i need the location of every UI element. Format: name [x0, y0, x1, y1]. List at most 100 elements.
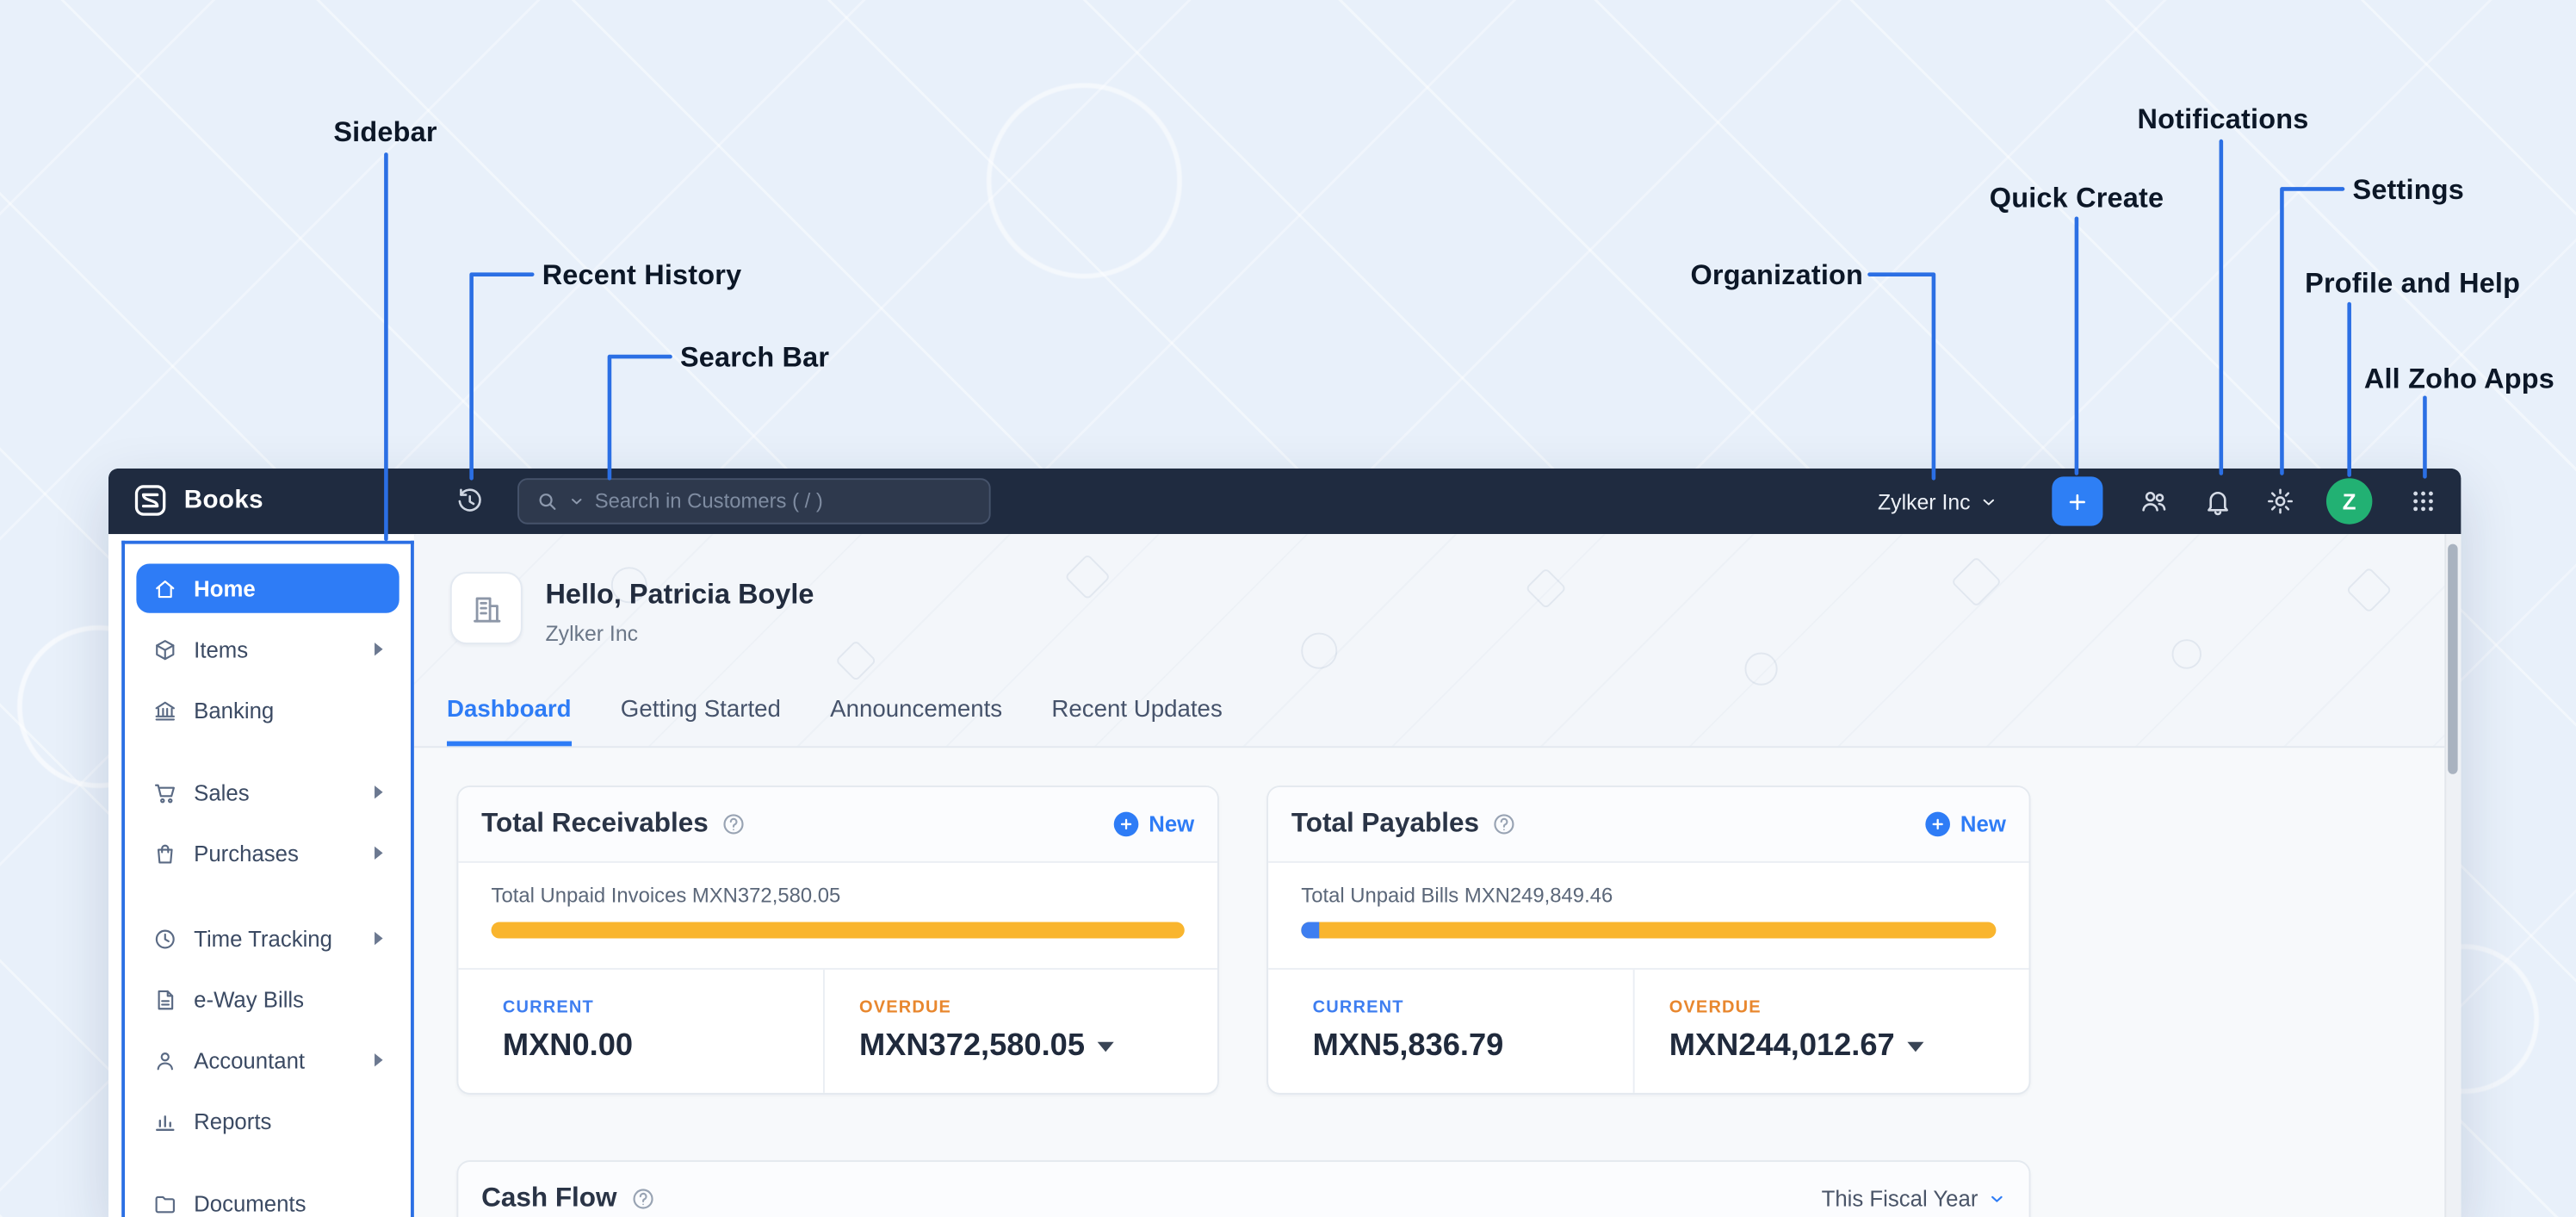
sidebar-item-label: e-Way Bills [194, 986, 305, 1012]
settings-gear-icon[interactable] [2265, 487, 2294, 516]
search-scope-chevron-icon[interactable] [568, 493, 585, 509]
payables-progress-bar [1301, 922, 1997, 939]
bank-icon [155, 700, 175, 720]
tab-dashboard[interactable]: Dashboard [447, 697, 572, 747]
decorative-shape [834, 639, 877, 682]
all-apps-grid-icon[interactable] [2410, 488, 2437, 515]
tab-announcements[interactable]: Announcements [830, 697, 1002, 746]
brand[interactable]: Books [132, 481, 263, 519]
cart-icon [154, 783, 175, 803]
search-icon [539, 494, 556, 511]
help-icon[interactable] [721, 812, 746, 837]
decorative-shape [1744, 652, 1778, 686]
hero-header: Hello, Patricia Boyle Zylker Inc Dashboa… [413, 534, 2461, 748]
receivables-progress-bar [491, 922, 1185, 939]
decorative-shape [1950, 556, 2003, 608]
overdue-label: OVERDUE [1669, 997, 1762, 1018]
annotation-search-bar: Search Bar [679, 341, 830, 374]
current-label: CURRENT [1312, 997, 1404, 1018]
quick-create-button[interactable] [2052, 476, 2103, 526]
sidebar-item-documents[interactable]: Documents [136, 1178, 399, 1217]
tab-recent-updates[interactable]: Recent Updates [1051, 697, 1222, 746]
sidebar-item-sales[interactable]: Sales [136, 767, 399, 817]
main-content: Hello, Patricia Boyle Zylker Inc Dashboa… [413, 534, 2461, 1217]
current-value: MXN0.00 [502, 1028, 634, 1064]
greeting-org: Zylker Inc [545, 621, 639, 646]
bar-chart-icon [156, 1115, 175, 1131]
expand-arrow-icon [375, 1053, 383, 1067]
sidebar-item-label: Reports [194, 1108, 272, 1133]
help-icon[interactable] [1492, 812, 1517, 837]
new-invoice-button[interactable]: New [1114, 811, 1195, 837]
sidebar-item-label: Time Tracking [194, 926, 332, 951]
sidebar-item-label: Accountant [194, 1047, 306, 1073]
users-icon[interactable] [2139, 487, 2168, 516]
help-icon[interactable] [630, 1187, 655, 1212]
overdue-column: OVERDUE MXN372,580.05 [822, 969, 1217, 1093]
chevron-down-icon [1991, 1195, 2003, 1202]
plus-icon [1114, 811, 1139, 837]
search-input[interactable] [594, 489, 973, 513]
plus-icon [2069, 493, 2085, 510]
card-title: Total Payables [1291, 808, 1479, 839]
plus-icon [1925, 811, 1951, 837]
app-body: Home Items Banking Sales Purchases Time … [108, 534, 2461, 1217]
card-header: Total Receivables New [458, 787, 1217, 863]
organization-selector[interactable]: Zylker Inc [1878, 469, 1998, 534]
global-search[interactable] [517, 478, 991, 525]
new-label: New [1149, 811, 1195, 837]
tab-getting-started[interactable]: Getting Started [621, 697, 781, 746]
overdue-column: OVERDUE MXN244,012.67 [1632, 969, 2029, 1093]
notifications-bell-icon[interactable] [2203, 487, 2232, 516]
dashboard-tabs: Dashboard Getting Started Announcements … [447, 697, 1223, 747]
fiscal-year-selector[interactable]: This Fiscal Year [1822, 1187, 2006, 1211]
sidebar-item-items[interactable]: Items [136, 624, 399, 674]
overdue-dropdown-caret-icon[interactable] [1908, 1041, 1925, 1052]
topbar: Books Zylker Inc [108, 468, 2461, 535]
profile-avatar[interactable]: Z [2325, 478, 2373, 525]
scrollbar-thumb[interactable] [2448, 543, 2458, 774]
clock-icon [155, 928, 175, 948]
scrollbar-track[interactable] [2444, 534, 2461, 1217]
sidebar-item-label: Documents [194, 1190, 307, 1216]
chevron-down-icon [1984, 498, 1995, 505]
sidebar-item-accountant[interactable]: Accountant [136, 1035, 399, 1084]
sidebar-item-label: Home [194, 575, 256, 601]
current-value: MXN5,836.79 [1312, 1028, 1504, 1064]
avatar-initial: Z [2342, 488, 2356, 514]
greeting-title: Hello, Patricia Boyle [545, 578, 814, 610]
sidebar-item-label: Sales [194, 779, 250, 805]
receivables-summary: Total Unpaid Invoices MXN372,580.05 [491, 884, 841, 908]
sidebar-item-banking[interactable]: Banking [136, 686, 399, 735]
overdue-dropdown-caret-icon[interactable] [1098, 1041, 1115, 1052]
annotation-all-zoho-apps: All Zoho Apps [2363, 363, 2554, 394]
annotation-recent-history: Recent History [542, 259, 742, 291]
current-column: CURRENT MXN0.00 [458, 970, 823, 1093]
overdue-value: MXN244,012.67 [1669, 1028, 1895, 1064]
sidebar-item-purchases[interactable]: Purchases [136, 829, 399, 878]
annotation-profile-help: Profile and Help [2305, 268, 2521, 300]
person-icon [157, 1052, 173, 1070]
sidebar-item-time-tracking[interactable]: Time Tracking [136, 914, 399, 963]
sidebar-item-eway-bills[interactable]: e-Way Bills [136, 975, 399, 1024]
sidebar: Home Items Banking Sales Purchases Time … [121, 540, 414, 1217]
annotation-line-settings [2280, 187, 2345, 475]
recent-history-icon[interactable] [455, 487, 485, 516]
decorative-shape [2171, 639, 2201, 669]
decorative-shape [1525, 567, 1567, 610]
sidebar-item-home[interactable]: Home [136, 563, 399, 613]
card-title: Cash Flow [481, 1183, 617, 1214]
decorative-shape [1064, 553, 1112, 600]
folder-icon [155, 1195, 175, 1213]
annotation-line-organization [1867, 272, 1936, 481]
total-receivables-card: Total Receivables New Total Unpaid Invoi… [456, 785, 1219, 1095]
new-bill-button[interactable]: New [1925, 811, 2006, 837]
expand-arrow-icon [375, 931, 383, 946]
new-label: New [1960, 811, 2006, 837]
cash-flow-card: Cash Flow This Fiscal Year [456, 1160, 2031, 1217]
sidebar-item-reports[interactable]: Reports [136, 1096, 399, 1146]
payables-current-segment [1301, 922, 1320, 939]
annotation-line-recent-history [469, 272, 535, 481]
sidebar-item-label: Items [194, 636, 249, 662]
org-avatar-tile [449, 572, 523, 644]
